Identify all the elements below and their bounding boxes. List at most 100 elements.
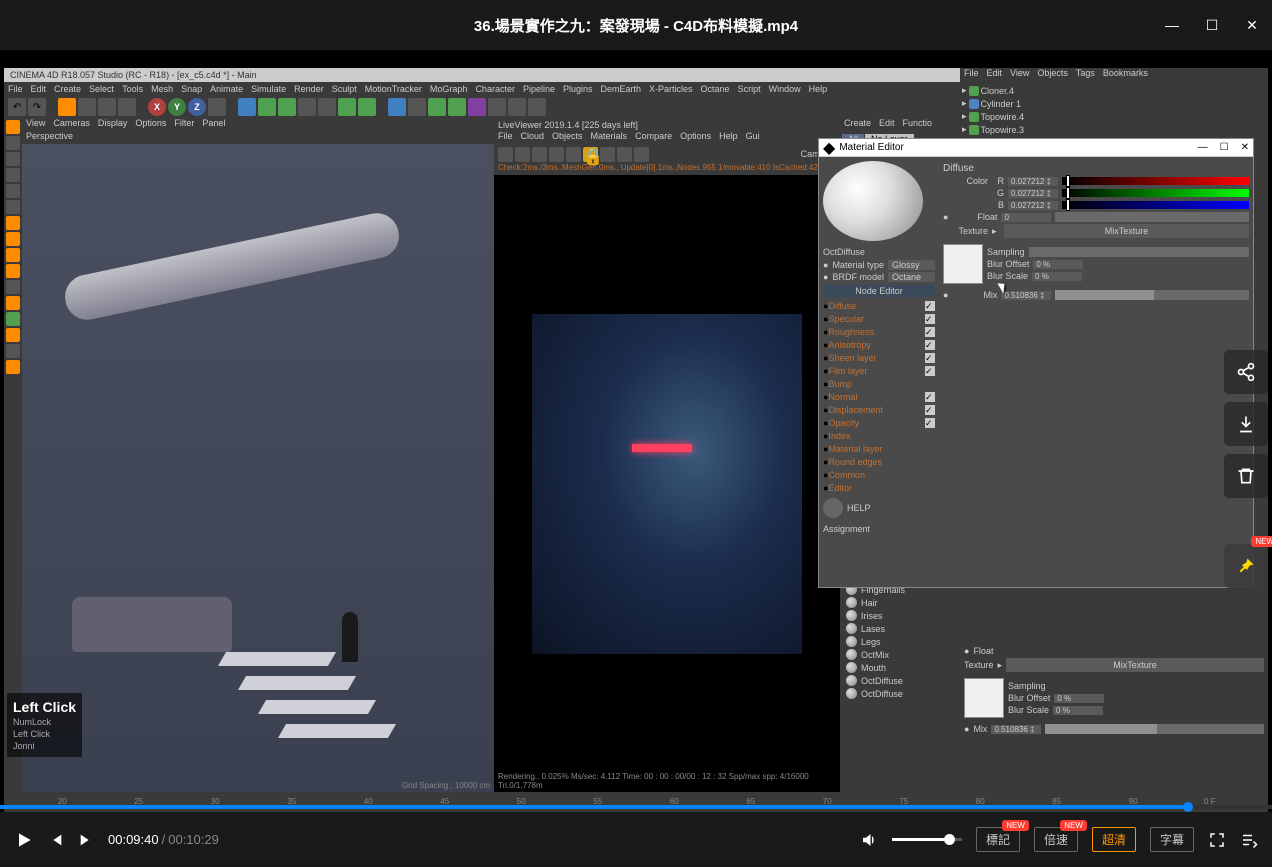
workplane-icon[interactable] [6, 200, 20, 214]
menu-animate[interactable]: Animate [210, 84, 243, 94]
tree-item[interactable]: ▸Topowire.4 [962, 110, 1266, 123]
om-menu-objects[interactable]: Objects [1037, 68, 1068, 82]
tool-b-icon[interactable] [6, 232, 20, 246]
texture-thumbnail[interactable] [943, 244, 983, 284]
tool-icon-2[interactable] [318, 98, 336, 116]
menu-mograph[interactable]: MoGraph [430, 84, 468, 94]
mix-value-input[interactable]: 0.510836 ‡ [1001, 291, 1051, 300]
menu-octane[interactable]: Octane [701, 84, 730, 94]
material-item[interactable]: OctDiffuse [844, 687, 954, 700]
cab-menu-create[interactable]: Create [844, 118, 871, 132]
delete-icon[interactable] [1224, 454, 1268, 498]
menu-script[interactable]: Script [738, 84, 761, 94]
rotate-tool-icon[interactable] [118, 98, 136, 116]
download-icon[interactable] [1224, 402, 1268, 446]
menu-sculpt[interactable]: Sculpt [332, 84, 357, 94]
fullscreen-icon[interactable] [1208, 831, 1226, 849]
tree-item[interactable]: ▸Cylinder 1 [962, 97, 1266, 110]
cab-menu-edit[interactable]: Edit [879, 118, 895, 132]
tree-item[interactable]: ▸Topowire.3 [962, 123, 1266, 136]
lv-menu-options[interactable]: Options [680, 131, 711, 145]
volume-thumb[interactable] [944, 834, 955, 845]
lv-menu-objects[interactable]: Objects [552, 131, 583, 145]
tool-a-icon[interactable] [6, 216, 20, 230]
me-titlebar[interactable]: ◆ Material Editor — ☐ ✕ [819, 139, 1253, 157]
assignment-label[interactable]: Assignment [819, 522, 939, 536]
tree-item[interactable]: ▸Cloner.4 [962, 84, 1266, 97]
spline-icon[interactable] [408, 98, 426, 116]
bp-texture-thumbnail[interactable] [964, 678, 1004, 718]
channel-film[interactable]: Film layer [828, 366, 925, 376]
channel-opacity[interactable]: Opacity [828, 418, 925, 428]
cube-icon[interactable] [388, 98, 406, 116]
subtitle-button[interactable]: 字幕 [1150, 827, 1194, 852]
material-name[interactable]: OctDiffuse [819, 245, 939, 259]
menu-create[interactable]: Create [54, 84, 81, 94]
menu-xparticles[interactable]: X-Particles [649, 84, 693, 94]
tool-i-icon[interactable] [6, 344, 20, 358]
mat-type-dropdown[interactable]: Glossy [888, 260, 935, 270]
om-menu-bookmarks[interactable]: Bookmarks [1103, 68, 1148, 82]
progress-bar[interactable] [0, 805, 1272, 809]
menu-tools[interactable]: Tools [122, 84, 143, 94]
om-menu-tags[interactable]: Tags [1076, 68, 1095, 82]
material-item[interactable]: Legs [844, 635, 954, 648]
camera-icon[interactable] [508, 98, 526, 116]
b-value-input[interactable]: 0.027212 ‡ [1008, 201, 1058, 210]
r-slider[interactable] [1062, 177, 1249, 185]
tool-g-icon[interactable] [6, 312, 20, 326]
channel-bump[interactable]: Bump [828, 379, 935, 389]
live-viewer[interactable]: Rendering.. 0.025% Ms/sec: 4.112 Time: 0… [494, 175, 840, 792]
menu-file[interactable]: File [8, 84, 23, 94]
channel-roughness[interactable]: Roughness [828, 327, 925, 337]
menu-window[interactable]: Window [769, 84, 801, 94]
tool-c-icon[interactable] [6, 248, 20, 262]
r-value-input[interactable]: 0.027212 ‡ [1008, 177, 1058, 186]
bp-mix-input[interactable]: 0.510836 ‡ [991, 725, 1041, 734]
me-maximize[interactable]: ☐ [1220, 142, 1229, 153]
float-slider[interactable] [1055, 212, 1249, 222]
close-button[interactable]: ✕ [1232, 0, 1272, 50]
tool-f-icon[interactable] [6, 296, 20, 310]
menu-mesh[interactable]: Mesh [151, 84, 173, 94]
material-item[interactable]: Irises [844, 609, 954, 622]
menu-simulate[interactable]: Simulate [251, 84, 286, 94]
menu-help[interactable]: Help [809, 84, 828, 94]
texture-mode-icon[interactable] [6, 184, 20, 198]
move-tool-icon[interactable] [78, 98, 96, 116]
material-item[interactable]: Mouth [844, 661, 954, 674]
blur-offset-input[interactable]: 0 % [1033, 260, 1083, 269]
coords-icon[interactable] [208, 98, 226, 116]
vp-menu-view[interactable]: View [26, 118, 45, 131]
scale-tool-icon[interactable] [98, 98, 116, 116]
progress-thumb[interactable] [1183, 802, 1193, 812]
brdf-dropdown[interactable]: Octane [888, 272, 935, 282]
generator-icon[interactable] [448, 98, 466, 116]
mix-slider[interactable] [1055, 290, 1249, 300]
tool-e-icon[interactable] [6, 280, 20, 294]
lv-menu-cloud[interactable]: Cloud [521, 131, 545, 145]
vp-menu-filter[interactable]: Filter [174, 118, 194, 131]
light-icon[interactable] [528, 98, 546, 116]
menu-demearth[interactable]: DemEarth [601, 84, 642, 94]
tool-j-icon[interactable] [6, 360, 20, 374]
lv-region-icon[interactable] [617, 147, 632, 162]
playlist-icon[interactable] [1240, 831, 1258, 849]
node-editor-button[interactable]: Node Editor [823, 285, 935, 297]
lv-pause-icon[interactable] [532, 147, 547, 162]
annotate-button[interactable]: 標記 NEW [976, 827, 1020, 852]
vp-menu-display[interactable]: Display [98, 118, 128, 131]
lv-tool-icon[interactable] [515, 147, 530, 162]
lv-refresh-icon[interactable] [498, 147, 513, 162]
viewport-3d[interactable]: Grid Spacing : 10000 cm [22, 144, 494, 792]
lv-save-icon[interactable] [634, 147, 649, 162]
tool-icon-4[interactable] [358, 98, 376, 116]
lv-menu-file[interactable]: File [498, 131, 513, 145]
volume-icon[interactable] [860, 831, 878, 849]
quality-button[interactable]: 超清 [1092, 827, 1136, 852]
g-slider[interactable] [1062, 189, 1249, 197]
deformer-icon[interactable] [468, 98, 486, 116]
lv-menu-materials[interactable]: Materials [591, 131, 628, 145]
b-slider[interactable] [1062, 201, 1249, 209]
material-item[interactable]: Hair [844, 596, 954, 609]
